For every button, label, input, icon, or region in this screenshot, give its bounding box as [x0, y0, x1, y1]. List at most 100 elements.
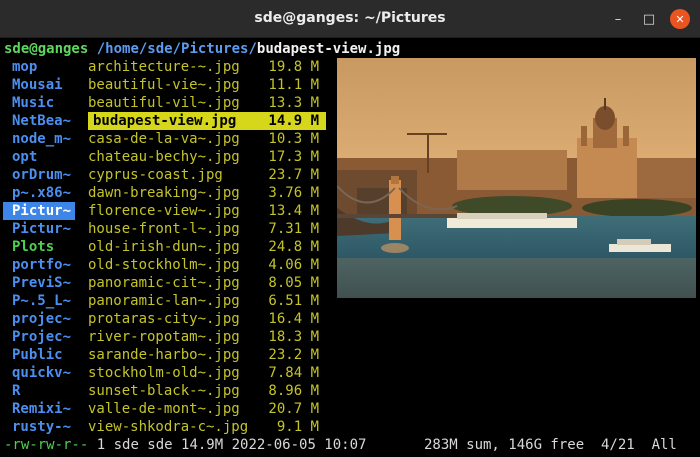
file-row[interactable]: beautiful-vil~.jpg 13.3 M: [88, 94, 326, 112]
parent-dir-item[interactable]: portfo~: [12, 256, 76, 274]
current-path: sde@ganges /home/sde/Pictures/budapest-v…: [4, 40, 400, 58]
file-name: valle-de-mont~.jpg: [88, 401, 240, 417]
file-name: cyprus-coast.jpg: [88, 167, 223, 183]
file-size: 23.2 M: [268, 347, 319, 363]
parent-dir-item[interactable]: Remixi~: [12, 400, 76, 418]
file-name: river-ropotam~.jpg: [88, 329, 240, 345]
file-size: 7.84 M: [268, 365, 319, 381]
file-size: 11.1 M: [268, 77, 319, 93]
image-preview: [337, 58, 696, 298]
file-size: 24.8 M: [268, 239, 319, 255]
file-row[interactable]: dawn-breaking~.jpg 3.76 M: [88, 184, 326, 202]
file-name: dawn-breaking~.jpg: [88, 185, 240, 201]
file-row[interactable]: florence-view~.jpg 13.4 M: [88, 202, 326, 220]
file-row[interactable]: protaras-city~.jpg 16.4 M: [88, 310, 326, 328]
file-row[interactable]: river-ropotam~.jpg 18.3 M: [88, 328, 326, 346]
file-name: old-irish-dun~.jpg: [88, 239, 240, 255]
file-name: sunset-black-~.jpg: [88, 383, 240, 399]
minimize-button[interactable]: –: [608, 9, 628, 29]
terminal-window: sde@ganges: ~/Pictures – □ ✕ sde@ganges …: [0, 0, 700, 457]
parent-dir-item[interactable]: opt: [12, 148, 76, 166]
file-info: 1 sde sde 14.9M 2022-06-05 10:07: [88, 437, 367, 453]
file-size: 23.7 M: [268, 167, 319, 183]
parent-dir-item[interactable]: orDrum~: [12, 166, 76, 184]
file-row[interactable]: beautiful-vie~.jpg 11.1 M: [88, 76, 326, 94]
file-row[interactable]: panoramic-cit~.jpg 8.05 M: [88, 274, 326, 292]
file-size: 18.3 M: [268, 329, 319, 345]
file-size: 16.4 M: [268, 311, 319, 327]
file-size: 8.96 M: [268, 383, 319, 399]
file-name: panoramic-cit~.jpg: [88, 275, 240, 291]
parent-dir-item[interactable]: Music: [12, 94, 76, 112]
file-size: 3.76 M: [268, 185, 319, 201]
file-row[interactable]: view-shkodra-c~.jpg 9.1 M: [88, 418, 326, 436]
parent-dir-item[interactable]: Public: [12, 346, 76, 364]
parent-dir-item[interactable]: Pictur~: [3, 202, 75, 220]
file-size: 4.06 M: [268, 257, 319, 273]
file-name: chateau-bechy~.jpg: [88, 149, 240, 165]
file-name: architecture-~.jpg: [88, 59, 240, 75]
file-size: 13.3 M: [268, 95, 319, 111]
parent-dir-item[interactable]: Projec~: [12, 328, 76, 346]
parent-dir-item[interactable]: PreviS~: [12, 274, 76, 292]
file-row[interactable]: cyprus-coast.jpg 23.7 M: [88, 166, 326, 184]
file-row-selected[interactable]: budapest-view.jpg 14.9 M: [88, 112, 326, 130]
file-name: protaras-city~.jpg: [88, 311, 240, 327]
file-row[interactable]: sunset-black-~.jpg 8.96 M: [88, 382, 326, 400]
file-row[interactable]: valle-de-mont~.jpg 20.7 M: [88, 400, 326, 418]
file-row[interactable]: architecture-~.jpg 19.8 M: [88, 58, 326, 76]
file-name: panoramic-lan~.jpg: [88, 293, 240, 309]
file-name: old-stockholm~.jpg: [88, 257, 240, 273]
file-row[interactable]: sarande-harbo~.jpg 23.2 M: [88, 346, 326, 364]
parent-dir-item[interactable]: mop: [12, 58, 76, 76]
file-name: beautiful-vil~.jpg: [88, 95, 240, 111]
file-size: 10.3 M: [268, 131, 319, 147]
path-file: budapest-view.jpg: [256, 41, 401, 57]
parent-dir-item[interactable]: P~.5_L~: [12, 292, 76, 310]
file-row[interactable]: house-front-l~.jpg 7.31 M: [88, 220, 326, 238]
file-size: 14.9 M: [268, 113, 319, 129]
file-name: stockholm-old~.jpg: [88, 365, 240, 381]
parent-dir-item[interactable]: quickv~: [12, 364, 76, 382]
file-name: florence-view~.jpg: [88, 203, 240, 219]
file-size: 17.3 M: [268, 149, 319, 165]
file-size: 13.4 M: [268, 203, 319, 219]
parent-dir-item[interactable]: node_m~: [12, 130, 76, 148]
path-directory: /home/sde/Pictures/: [96, 41, 257, 57]
file-row[interactable]: old-irish-dun~.jpg 24.8 M: [88, 238, 326, 256]
parent-dir-item[interactable]: p~.x86~: [12, 184, 76, 202]
parent-dir-item[interactable]: rusty-~: [12, 418, 76, 436]
file-name: beautiful-vie~.jpg: [88, 77, 240, 93]
file-permissions: -rw-rw-r--: [4, 437, 89, 453]
parent-dir-item[interactable]: NetBea~: [12, 112, 76, 130]
parent-dir-item[interactable]: projec~: [12, 310, 76, 328]
ranger-file-manager: sde@ganges /home/sde/Pictures/budapest-v…: [0, 38, 700, 457]
file-size: 7.31 M: [268, 221, 319, 237]
parent-dir-item[interactable]: Plots: [12, 238, 76, 256]
window-title: sde@ganges: ~/Pictures: [254, 10, 446, 26]
user-host: sde@ganges: [4, 41, 89, 57]
file-row[interactable]: chateau-bechy~.jpg 17.3 M: [88, 148, 326, 166]
file-size: 6.51 M: [268, 293, 319, 309]
title-bar[interactable]: sde@ganges: ~/Pictures – □ ✕: [0, 0, 700, 38]
file-name: budapest-view.jpg: [93, 113, 237, 129]
file-row[interactable]: casa-de-la-va~.jpg 10.3 M: [88, 130, 326, 148]
file-name: sarande-harbo~.jpg: [88, 347, 240, 363]
file-size: 8.05 M: [268, 275, 319, 291]
directory-summary: 283M sum, 146G free 4/21 All: [424, 437, 677, 453]
file-name: casa-de-la-va~.jpg: [88, 131, 240, 147]
budapest-view-image: [337, 58, 696, 298]
parent-dir-item[interactable]: R: [12, 382, 76, 400]
parent-dir-item[interactable]: Pictur~: [12, 220, 76, 238]
file-row[interactable]: stockholm-old~.jpg 7.84 M: [88, 364, 326, 382]
close-button[interactable]: ✕: [670, 9, 690, 29]
file-name: view-shkodra-c~.jpg: [88, 419, 249, 435]
file-size: 9.1 M: [276, 419, 319, 435]
maximize-button[interactable]: □: [639, 9, 659, 29]
file-size: 20.7 M: [268, 401, 319, 417]
status-bar: -rw-rw-r-- 1 sde sde 14.9M 2022-06-05 10…: [4, 436, 696, 454]
parent-dir-item[interactable]: Mousai: [12, 76, 76, 94]
file-row[interactable]: panoramic-lan~.jpg 6.51 M: [88, 292, 326, 310]
file-row[interactable]: old-stockholm~.jpg 4.06 M: [88, 256, 326, 274]
file-name: house-front-l~.jpg: [88, 221, 240, 237]
